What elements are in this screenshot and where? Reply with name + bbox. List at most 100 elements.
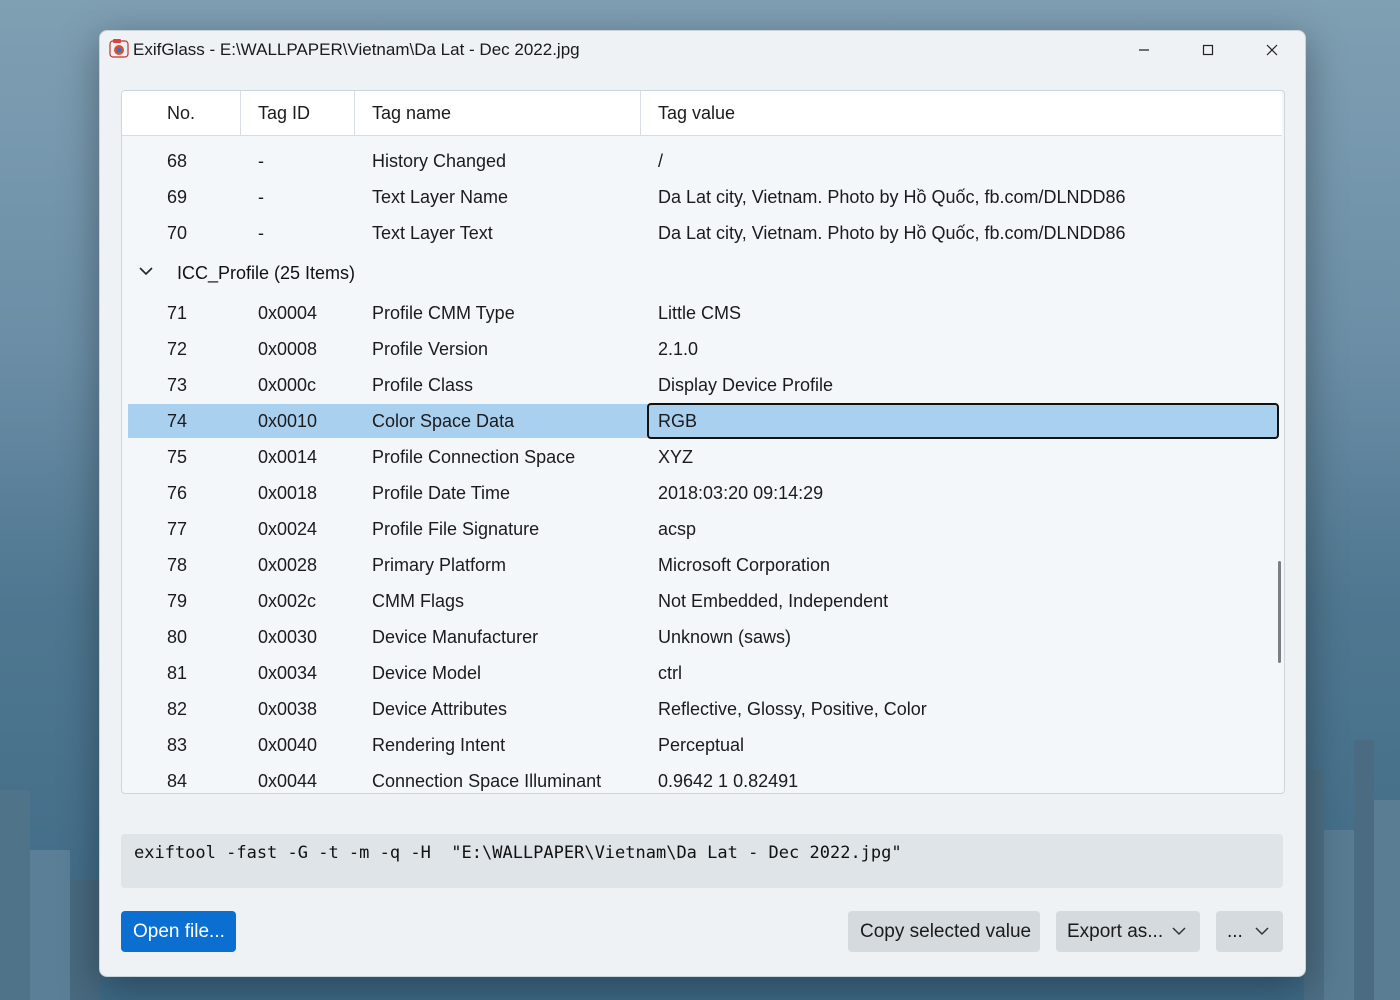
maximize-icon (1202, 44, 1214, 56)
cell-tag-value: RGB (658, 411, 698, 431)
group-header-icc-profile[interactable]: ICC_Profile (25 Items) (122, 255, 1282, 291)
cell-tag-name: CMM Flags (372, 591, 465, 611)
cell-tag-name: Profile Connection Space (372, 447, 576, 467)
cell-tag-value: Da Lat city, Vietnam. Photo by Hồ Quốc, … (658, 223, 1126, 243)
exifglass-app-icon (109, 39, 129, 58)
cell-tag-value: / (658, 151, 664, 171)
open-file-button[interactable]: Open file... (121, 911, 236, 952)
cell-tag-name: Profile Class (372, 375, 474, 395)
command-text: exiftool -fast -G -t -m -q -H "E:\WALLPA… (134, 843, 902, 863)
cell-no: 78 (167, 555, 188, 575)
cell-tag-value: 0.9642 1 0.82491 (658, 771, 799, 791)
cell-no: 72 (167, 339, 188, 359)
table-row[interactable]: 70 - Text Layer Text Da Lat city, Vietna… (128, 216, 1278, 250)
command-preview[interactable]: exiftool -fast -G -t -m -q -H "E:\WALLPA… (121, 834, 1283, 888)
cell-tag-id: - (258, 187, 264, 207)
close-icon (1266, 44, 1278, 56)
chevron-down-icon[interactable] (136, 261, 156, 281)
cell-tag-id: 0x0018 (258, 483, 318, 503)
cell-tag-id: 0x0030 (258, 627, 318, 647)
cell-no: 84 (167, 771, 188, 791)
table-row[interactable]: 72 0x0008 Profile Version 2.1.0 (128, 332, 1278, 366)
cell-no: 70 (167, 223, 188, 243)
cell-no: 73 (167, 375, 188, 395)
cell-tag-name: Text Layer Text (372, 223, 493, 243)
cell-no: 71 (167, 303, 188, 323)
window-title: ExifGlass - E:\WALLPAPER\Vietnam\Da Lat … (133, 40, 580, 59)
open-file-label: Open file... (133, 921, 225, 942)
title-bar[interactable]: ExifGlass - E:\WALLPAPER\Vietnam\Da Lat … (100, 31, 1305, 69)
cell-tag-name: Device Attributes (372, 699, 508, 719)
table-row[interactable]: 69 - Text Layer Name Da Lat city, Vietna… (128, 180, 1278, 214)
table-header: No. Tag ID Tag name Tag value (122, 91, 1282, 136)
app-window: ExifGlass - E:\WALLPAPER\Vietnam\Da Lat … (99, 30, 1306, 977)
cell-tag-id: 0x0024 (258, 519, 318, 539)
cell-no: 74 (167, 411, 188, 431)
cell-tag-id: 0x0008 (258, 339, 318, 359)
table-row[interactable]: 77 0x0024 Profile File Signature acsp (128, 512, 1278, 546)
copy-selected-value-label: Copy selected value (860, 921, 1032, 942)
table-row[interactable]: 78 0x0028 Primary Platform Microsoft Cor… (128, 548, 1278, 582)
table-body: 68 - History Changed / 69 - Text Layer N… (122, 135, 1282, 791)
cell-tag-name: Profile Date Time (372, 483, 511, 503)
cell-no: 77 (167, 519, 188, 539)
cell-tag-id: - (258, 223, 264, 243)
more-options-dropdown[interactable]: ... (1216, 911, 1283, 952)
table-row[interactable]: 80 0x0030 Device Manufacturer Unknown (s… (128, 620, 1278, 654)
cell-tag-name: Connection Space Illuminant (372, 771, 602, 791)
table-row[interactable]: 83 0x0040 Rendering Intent Perceptual (128, 728, 1278, 762)
table-row[interactable]: 84 0x0044 Connection Space Illuminant 0.… (128, 764, 1278, 791)
cell-tag-value: Da Lat city, Vietnam. Photo by Hồ Quốc, … (658, 187, 1126, 207)
column-header-tag-name[interactable]: Tag name (355, 91, 641, 135)
cell-no: 75 (167, 447, 188, 467)
cell-tag-value: 2.1.0 (658, 339, 699, 359)
table-row[interactable]: 76 0x0018 Profile Date Time 2018:03:20 0… (128, 476, 1278, 510)
exif-tag-table[interactable]: No. Tag ID Tag name Tag value 68 - Histo… (121, 90, 1285, 794)
cell-no: 76 (167, 483, 188, 503)
close-button[interactable] (1242, 33, 1302, 67)
copy-selected-value-button[interactable]: Copy selected value (848, 911, 1040, 952)
table-row[interactable]: 81 0x0034 Device Model ctrl (128, 656, 1278, 690)
export-as-dropdown[interactable]: Export as... (1056, 911, 1200, 952)
table-row[interactable]: 82 0x0038 Device Attributes Reflective, … (128, 692, 1278, 726)
column-header-tag-value[interactable]: Tag value (641, 91, 1282, 135)
group-label: ICC_Profile (25 Items) (177, 263, 356, 283)
cell-tag-id: 0x000c (258, 375, 317, 395)
cell-tag-id: 0x0014 (258, 447, 318, 467)
cell-tag-value: Little CMS (658, 303, 742, 323)
cell-tag-name: Device Manufacturer (372, 627, 539, 647)
cell-tag-value: Perceptual (658, 735, 745, 755)
column-header-tag-id[interactable]: Tag ID (241, 91, 355, 135)
table-row[interactable]: 73 0x000c Profile Class Display Device P… (128, 368, 1278, 402)
minimize-button[interactable] (1114, 33, 1174, 67)
table-row[interactable]: 79 0x002c CMM Flags Not Embedded, Indepe… (128, 584, 1278, 618)
maximize-button[interactable] (1178, 33, 1238, 67)
cell-tag-id: 0x0028 (258, 555, 318, 575)
table-row-selected[interactable]: 74 0x0010 Color Space Data RGB (128, 403, 1279, 439)
vertical-scrollbar[interactable] (1278, 561, 1281, 663)
cell-tag-id: - (258, 151, 264, 171)
cell-no: 81 (167, 663, 188, 683)
cell-no: 79 (167, 591, 188, 611)
cell-tag-name: Text Layer Name (372, 187, 509, 207)
cell-tag-value: acsp (658, 519, 697, 539)
cell-tag-id: 0x0034 (258, 663, 318, 683)
more-options-label: ... (1227, 921, 1243, 942)
cell-no: 80 (167, 627, 188, 647)
cell-tag-name: Profile Version (372, 339, 489, 359)
table-row[interactable]: 71 0x0004 Profile CMM Type Little CMS (128, 296, 1278, 330)
table-row[interactable]: 75 0x0014 Profile Connection Space XYZ (128, 440, 1278, 474)
cell-tag-name: Device Model (372, 663, 482, 683)
column-header-no[interactable]: No. (122, 91, 241, 135)
cell-tag-value-focused[interactable]: RGB (647, 403, 1279, 439)
cell-tag-name: Rendering Intent (372, 735, 506, 755)
cell-tag-id: 0x002c (258, 591, 317, 611)
cell-tag-value: Microsoft Corporation (658, 555, 831, 575)
table-row[interactable]: 68 - History Changed / (128, 144, 1278, 178)
chevron-down-icon (1172, 927, 1186, 936)
cell-tag-value: XYZ (658, 447, 694, 467)
cell-tag-id: 0x0044 (258, 771, 318, 791)
cell-tag-value: Unknown (saws) (658, 627, 792, 647)
chevron-down-icon (1255, 927, 1269, 936)
cell-tag-name: Color Space Data (372, 411, 515, 431)
